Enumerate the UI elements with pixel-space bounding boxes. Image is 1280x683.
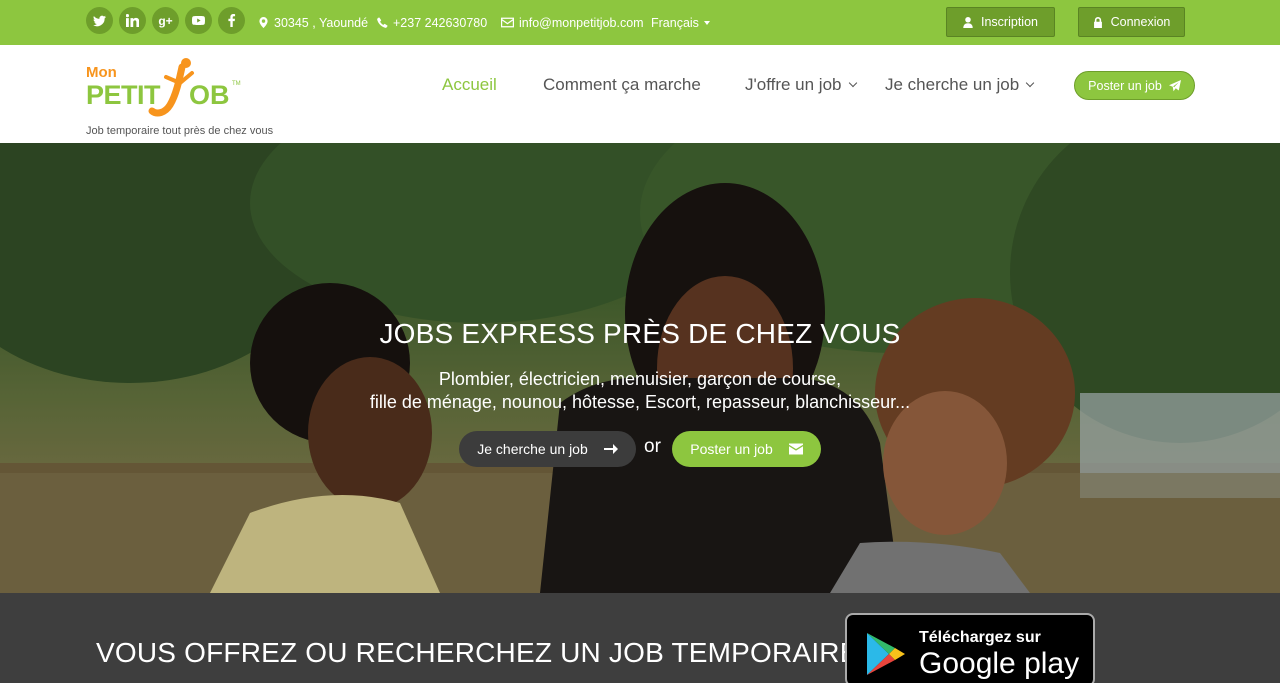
hero-subtitle-line2: fille de ménage, nounou, hôtesse, Escort… (369, 392, 911, 412)
linkedin-icon[interactable] (119, 7, 146, 34)
main-header: Mon PETIT OB TM Job temporaire tout près… (0, 45, 1280, 143)
store-big-text: Google play (919, 647, 1080, 680)
lock-icon (1093, 16, 1102, 28)
svg-text:Mon: Mon (86, 64, 117, 81)
map-marker-icon (259, 17, 268, 28)
nav-seek-job[interactable]: Je cherche un job (885, 73, 1035, 97)
phone: +237 242630780 (377, 0, 487, 45)
post-job-header-button[interactable]: Poster un job (1074, 71, 1195, 100)
facebook-icon[interactable] (218, 7, 245, 34)
nav-offer-job[interactable]: J'offre un job (745, 73, 857, 97)
email[interactable]: info@monpetitjob.com (501, 0, 644, 45)
phone-text: +237 242630780 (393, 15, 488, 30)
email-text: info@monpetitjob.com (519, 15, 644, 30)
post-job-header-label: Poster un job (1088, 78, 1162, 93)
language-selector[interactable]: Français (651, 0, 710, 45)
nav-how-it-works-label: Comment ça marche (543, 75, 701, 94)
user-icon (963, 16, 973, 28)
nav-offer-job-label: J'offre un job (745, 75, 842, 94)
svg-text:PETIT: PETIT (86, 80, 161, 110)
top-bar: g+ 30345 , Yaoundé +237 242630780 info@m… (0, 0, 1280, 45)
phone-icon (377, 17, 388, 28)
svg-text:TM: TM (232, 81, 241, 87)
hero-section: JOBS EXPRESS PRÈS DE CHEZ VOUS Plombier,… (0, 143, 1280, 593)
cta-title: VOUS OFFREZ OU RECHERCHEZ UN JOB TEMPORA… (96, 637, 875, 668)
twitter-icon[interactable] (86, 7, 113, 34)
search-job-label: Je cherche un job (477, 441, 588, 457)
chevron-down-icon (848, 78, 857, 88)
hero-subtitle-line1: Plombier, électricien, menuisier, garçon… (438, 369, 842, 389)
google-play-icon (867, 633, 905, 675)
tagline: Job temporaire tout près de chez vous (86, 125, 274, 137)
nav-seek-job-label: Je cherche un job (885, 75, 1020, 94)
hero-overlay (0, 143, 1280, 593)
nav-how-it-works[interactable]: Comment ça marche (543, 73, 701, 97)
login-button[interactable]: Connexion (1078, 7, 1185, 37)
google-play-badge[interactable]: Téléchargez sur Google play (845, 613, 1095, 683)
youtube-icon[interactable] (185, 7, 212, 34)
hero-title: JOBS EXPRESS PRÈS DE CHEZ VOUS (379, 318, 901, 349)
site-logo[interactable]: Mon PETIT OB TM (86, 57, 246, 123)
language-label: Français (651, 15, 699, 30)
address-text: 30345 , Yaoundé (274, 15, 369, 30)
arrow-right-icon (603, 444, 618, 454)
register-button[interactable]: Inscription (946, 7, 1055, 37)
login-label: Connexion (1110, 15, 1171, 29)
envelope-icon (501, 17, 514, 28)
social-links: g+ (86, 7, 245, 34)
or-separator: or (644, 436, 661, 457)
cta-band: VOUS OFFREZ OU RECHERCHEZ UN JOB TEMPORA… (0, 593, 1280, 683)
google-plus-icon[interactable]: g+ (152, 7, 179, 34)
address: 30345 , Yaoundé (258, 0, 368, 45)
svg-text:OB: OB (189, 80, 230, 110)
post-job-hero-label: Poster un job (690, 441, 773, 457)
caret-down-icon (703, 20, 710, 25)
search-job-button[interactable]: Je cherche un job (459, 431, 636, 467)
store-small-text: Téléchargez sur (919, 629, 1041, 646)
envelope-icon (788, 443, 803, 455)
post-job-hero-button[interactable]: Poster un job (672, 431, 821, 467)
paper-plane-icon (1168, 79, 1181, 91)
nav-home[interactable]: Accueil (442, 73, 497, 97)
nav-home-label: Accueil (442, 75, 497, 94)
chevron-down-icon (1025, 78, 1035, 88)
register-label: Inscription (981, 15, 1038, 29)
